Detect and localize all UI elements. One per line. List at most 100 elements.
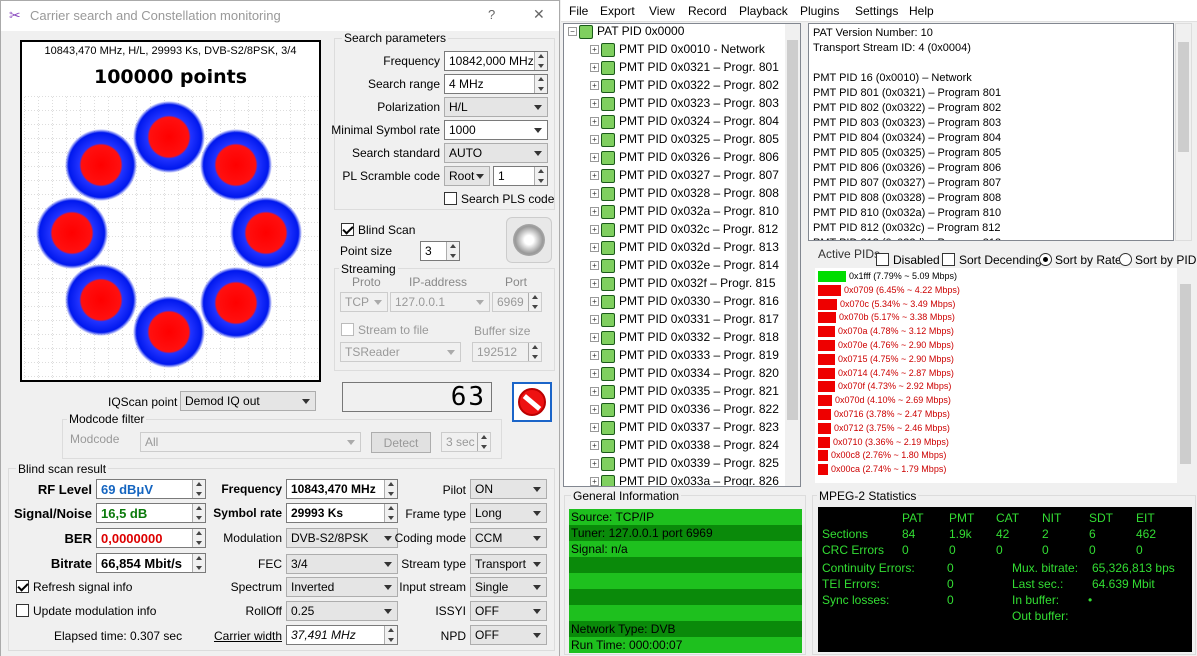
detect-button[interactable]: Detect: [371, 432, 431, 453]
reader-select[interactable]: TSReader: [340, 342, 461, 362]
tree-item[interactable]: + PMT PID 0x0333 – Progr. 819: [590, 348, 779, 366]
expand-icon[interactable]: +: [590, 171, 599, 181]
carrier-width-link[interactable]: Carrier width: [200, 629, 282, 643]
expand-icon[interactable]: +: [590, 45, 599, 55]
tree-scroll-thumb[interactable]: [787, 40, 798, 420]
tree-item[interactable]: + PMT PID 0x0336 – Progr. 822: [590, 402, 779, 420]
expand-icon[interactable]: +: [590, 279, 599, 289]
expand-icon[interactable]: +: [590, 99, 599, 109]
expand-icon[interactable]: +: [590, 459, 599, 469]
tree-item[interactable]: + PMT PID 0x032f – Progr. 815: [590, 276, 776, 294]
expand-icon[interactable]: +: [590, 441, 599, 451]
tree-item[interactable]: + PMT PID 0x0338 – Progr. 824: [590, 438, 779, 456]
info-scrollbar[interactable]: [1175, 23, 1192, 241]
expand-icon[interactable]: +: [590, 351, 599, 361]
search-range-input[interactable]: 4 MHz: [444, 74, 548, 94]
coding-mode-select[interactable]: CCM: [470, 528, 547, 548]
tree-item[interactable]: + PMT PID 0x033a – Progr. 826: [590, 474, 779, 486]
expand-icon[interactable]: +: [590, 297, 599, 307]
min-symbol-rate-combo[interactable]: 1000: [444, 120, 548, 140]
stream-to-file-checkbox[interactable]: [341, 323, 354, 336]
blind-scan-checkbox[interactable]: [341, 223, 354, 236]
pl-scramble-mode-select[interactable]: Root: [444, 166, 490, 186]
search-standard-select[interactable]: AUTO: [444, 143, 548, 163]
pl-scramble-code-input[interactable]: 1: [493, 166, 548, 186]
tree-item[interactable]: + PMT PID 0x0010 - Network: [590, 42, 765, 60]
expand-icon[interactable]: +: [590, 153, 599, 163]
stream-type-select[interactable]: Transport: [470, 554, 547, 574]
sort-by-rate-radio[interactable]: [1039, 253, 1052, 266]
expand-icon[interactable]: +: [590, 207, 599, 217]
timeout-spinner[interactable]: [477, 433, 490, 451]
search-range-spinner[interactable]: [534, 75, 547, 93]
menu-view[interactable]: View: [649, 4, 675, 18]
stop-button[interactable]: [512, 382, 552, 422]
tree-root[interactable]: − PAT PID 0x0000: [568, 24, 684, 42]
menu-export[interactable]: Export: [600, 4, 635, 18]
expand-icon[interactable]: +: [590, 333, 599, 343]
expand-icon[interactable]: +: [590, 369, 599, 379]
tree-item[interactable]: + PMT PID 0x0330 – Progr. 816: [590, 294, 779, 312]
menu-plugins[interactable]: Plugins: [800, 4, 839, 18]
point-size-input[interactable]: 3: [420, 241, 460, 261]
ip-select[interactable]: 127.0.0.1: [390, 292, 490, 312]
expand-icon[interactable]: +: [590, 135, 599, 145]
pid-scrollbar[interactable]: [1178, 268, 1193, 483]
tree-scrollbar[interactable]: [785, 24, 800, 486]
npd-select[interactable]: OFF: [470, 625, 547, 645]
modcode-select[interactable]: All: [140, 432, 361, 452]
iqscan-select[interactable]: Demod IQ out: [180, 391, 316, 411]
frequency-input[interactable]: 10842,000 MHz: [444, 51, 548, 71]
port-input[interactable]: 6969: [492, 292, 542, 312]
tree-item[interactable]: + PMT PID 0x0339 – Progr. 825: [590, 456, 779, 474]
menu-settings[interactable]: Settings: [855, 4, 898, 18]
expand-icon[interactable]: +: [590, 63, 599, 73]
menu-file[interactable]: File: [569, 4, 588, 18]
tree-item[interactable]: + PMT PID 0x0334 – Progr. 820: [590, 366, 779, 384]
expand-icon[interactable]: +: [590, 315, 599, 325]
menu-help[interactable]: Help: [909, 4, 934, 18]
polarization-select[interactable]: H/L: [444, 97, 548, 117]
buffer-size-input[interactable]: 192512: [472, 342, 542, 362]
snapshot-icon[interactable]: [506, 217, 552, 263]
update-modulation-checkbox[interactable]: [16, 604, 29, 617]
menu-playback[interactable]: Playback: [739, 4, 788, 18]
frame-type-select[interactable]: Long: [470, 503, 547, 523]
collapse-icon[interactable]: −: [568, 27, 577, 37]
refresh-signal-checkbox[interactable]: [16, 580, 29, 593]
tree-item[interactable]: + PMT PID 0x032c – Progr. 812: [590, 222, 778, 240]
close-button[interactable]: ✕: [533, 6, 545, 23]
tree-item[interactable]: + PMT PID 0x0321 – Progr. 801: [590, 60, 779, 78]
help-button[interactable]: ?: [488, 7, 495, 22]
pl-scramble-spinner[interactable]: [534, 167, 547, 185]
expand-icon[interactable]: +: [590, 387, 599, 397]
pilot-select[interactable]: ON: [470, 479, 547, 499]
frequency-spinner[interactable]: [534, 52, 547, 70]
expand-icon[interactable]: +: [590, 261, 599, 271]
disabled-checkbox[interactable]: [876, 253, 889, 266]
expand-icon[interactable]: +: [590, 225, 599, 235]
tree-item[interactable]: + PMT PID 0x0331 – Progr. 817: [590, 312, 779, 330]
pid-scroll-thumb[interactable]: [1180, 284, 1191, 464]
expand-icon[interactable]: +: [590, 405, 599, 415]
tree-item[interactable]: + PMT PID 0x0324 – Progr. 804: [590, 114, 779, 132]
tree-item[interactable]: + PMT PID 0x032e – Progr. 814: [590, 258, 779, 276]
proto-select[interactable]: TCP: [340, 292, 388, 312]
spectrum-select[interactable]: Inverted: [286, 577, 398, 597]
expand-icon[interactable]: +: [590, 189, 599, 199]
input-stream-select[interactable]: Single: [470, 577, 547, 597]
tree-item[interactable]: + PMT PID 0x0327 – Progr. 807: [590, 168, 779, 186]
tree-item[interactable]: + PMT PID 0x0335 – Progr. 821: [590, 384, 779, 402]
point-size-spinner[interactable]: [446, 242, 459, 260]
expand-icon[interactable]: +: [590, 423, 599, 433]
sort-descending-checkbox[interactable]: [942, 253, 955, 266]
modulation-select[interactable]: DVB-S2/8PSK: [286, 528, 398, 548]
search-pls-checkbox[interactable]: [444, 192, 457, 205]
port-spinner[interactable]: [528, 293, 541, 311]
menu-record[interactable]: Record: [688, 4, 727, 18]
detect-timeout-input[interactable]: 3 sec: [441, 432, 491, 452]
tree-item[interactable]: + PMT PID 0x0328 – Progr. 808: [590, 186, 779, 204]
tree-item[interactable]: + PMT PID 0x0326 – Progr. 806: [590, 150, 779, 168]
tree-item[interactable]: + PMT PID 0x0323 – Progr. 803: [590, 96, 779, 114]
expand-icon[interactable]: +: [590, 117, 599, 127]
